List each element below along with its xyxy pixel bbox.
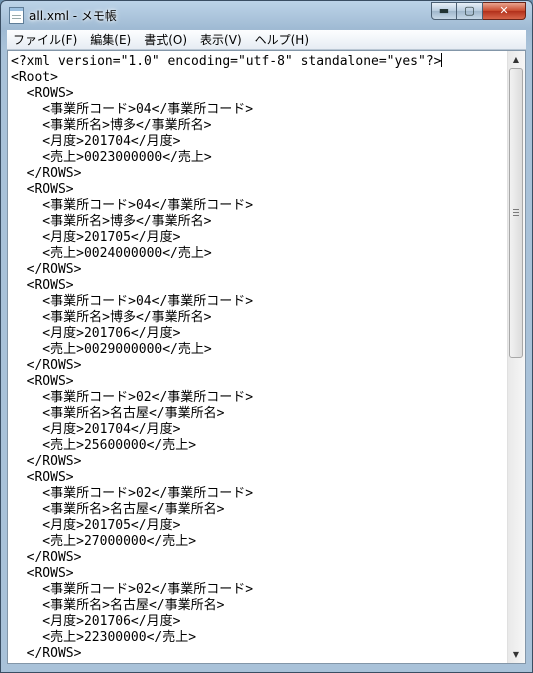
text-line: </ROWS> bbox=[11, 166, 82, 181]
text-line: <月度>201705</月度> bbox=[11, 230, 181, 245]
scrollbar-thumb[interactable] bbox=[509, 68, 523, 358]
text-line: <月度>201704</月度> bbox=[11, 134, 181, 149]
text-line: <事業所名>名古屋</事業所名> bbox=[11, 598, 225, 613]
menu-format[interactable]: 書式(O) bbox=[138, 31, 194, 48]
text-line: <事業所コード>02</事業所コード> bbox=[11, 486, 254, 501]
thumb-grip-icon bbox=[513, 209, 519, 216]
text-line: </ROWS> bbox=[11, 262, 82, 277]
menu-help[interactable]: ヘルプ(H) bbox=[249, 31, 316, 48]
menu-bar: ファイル(F) 編集(E) 書式(O) 表示(V) ヘルプ(H) bbox=[7, 30, 526, 50]
close-button[interactable]: ✕ bbox=[483, 2, 526, 20]
notepad-icon[interactable] bbox=[9, 7, 24, 24]
text-line: <事業所名>博多</事業所名> bbox=[11, 214, 212, 229]
text-line: <売上>27000000</売上> bbox=[11, 534, 197, 549]
text-line: </ROWS> bbox=[11, 454, 82, 469]
text-line: <事業所名>博多</事業所名> bbox=[11, 310, 212, 325]
text-line: <月度>201705</月度> bbox=[11, 518, 181, 533]
document-text[interactable]: <?xml version="1.0" encoding="utf-8" sta… bbox=[11, 53, 506, 662]
text-line: <事業所コード>04</事業所コード> bbox=[11, 294, 254, 309]
text-line: <?xml version="1.0" encoding="utf-8" sta… bbox=[11, 53, 443, 69]
text-line: <月度>201704</月度> bbox=[11, 422, 181, 437]
text-line: <ROWS> bbox=[11, 566, 74, 581]
scroll-up-arrow-icon[interactable]: ▲ bbox=[508, 51, 524, 68]
text-line: <売上>0029000000</売上> bbox=[11, 342, 212, 357]
text-line: <事業所名>博多</事業所名> bbox=[11, 118, 212, 133]
text-line: <ROWS> bbox=[11, 278, 74, 293]
maximize-button[interactable]: ▢ bbox=[457, 2, 483, 20]
text-caret bbox=[441, 53, 443, 67]
vertical-scrollbar[interactable]: ▲ ▼ bbox=[507, 51, 525, 663]
text-line: <事業所名>名古屋</事業所名> bbox=[11, 406, 225, 421]
window-controls: ▬ ▢ ✕ bbox=[431, 2, 526, 21]
menu-file[interactable]: ファイル(F) bbox=[7, 31, 84, 48]
text-line: <事業所コード>02</事業所コード> bbox=[11, 582, 254, 597]
text-line: <月度>201706</月度> bbox=[11, 614, 181, 629]
text-line: <ROWS> bbox=[11, 182, 74, 197]
scroll-down-arrow-icon[interactable]: ▼ bbox=[508, 646, 524, 663]
text-line: <月度>201706</月度> bbox=[11, 326, 181, 341]
notepad-window: all.xml - メモ帳 ▬ ▢ ✕ ファイル(F) 編集(E) 書式(O) … bbox=[0, 0, 533, 673]
text-line: <Root> bbox=[11, 70, 58, 85]
text-line: <事業所コード>02</事業所コード> bbox=[11, 390, 254, 405]
text-line: <ROWS> bbox=[11, 374, 74, 389]
window-title: all.xml - メモ帳 bbox=[29, 9, 117, 23]
text-line: </ROWS> bbox=[11, 550, 82, 565]
title-bar[interactable]: all.xml - メモ帳 ▬ ▢ ✕ bbox=[1, 1, 532, 30]
text-line: <売上>25600000</売上> bbox=[11, 438, 197, 453]
text-line: <売上>0023000000</売上> bbox=[11, 150, 212, 165]
minimize-button[interactable]: ▬ bbox=[431, 2, 457, 20]
text-line: <ROWS> bbox=[11, 470, 74, 485]
text-line: <事業所名>名古屋</事業所名> bbox=[11, 502, 225, 517]
menu-edit[interactable]: 編集(E) bbox=[84, 31, 138, 48]
text-editor-area[interactable]: <?xml version="1.0" encoding="utf-8" sta… bbox=[7, 50, 526, 664]
text-line: <事業所コード>04</事業所コード> bbox=[11, 102, 254, 117]
text-line: </ROWS> bbox=[11, 646, 82, 661]
text-line: </ROWS> bbox=[11, 358, 82, 373]
menu-view[interactable]: 表示(V) bbox=[194, 31, 249, 48]
text-line: <事業所コード>04</事業所コード> bbox=[11, 198, 254, 213]
text-line: <売上>22300000</売上> bbox=[11, 630, 197, 645]
text-line: <売上>0024000000</売上> bbox=[11, 246, 212, 261]
text-line: <ROWS> bbox=[11, 86, 74, 101]
